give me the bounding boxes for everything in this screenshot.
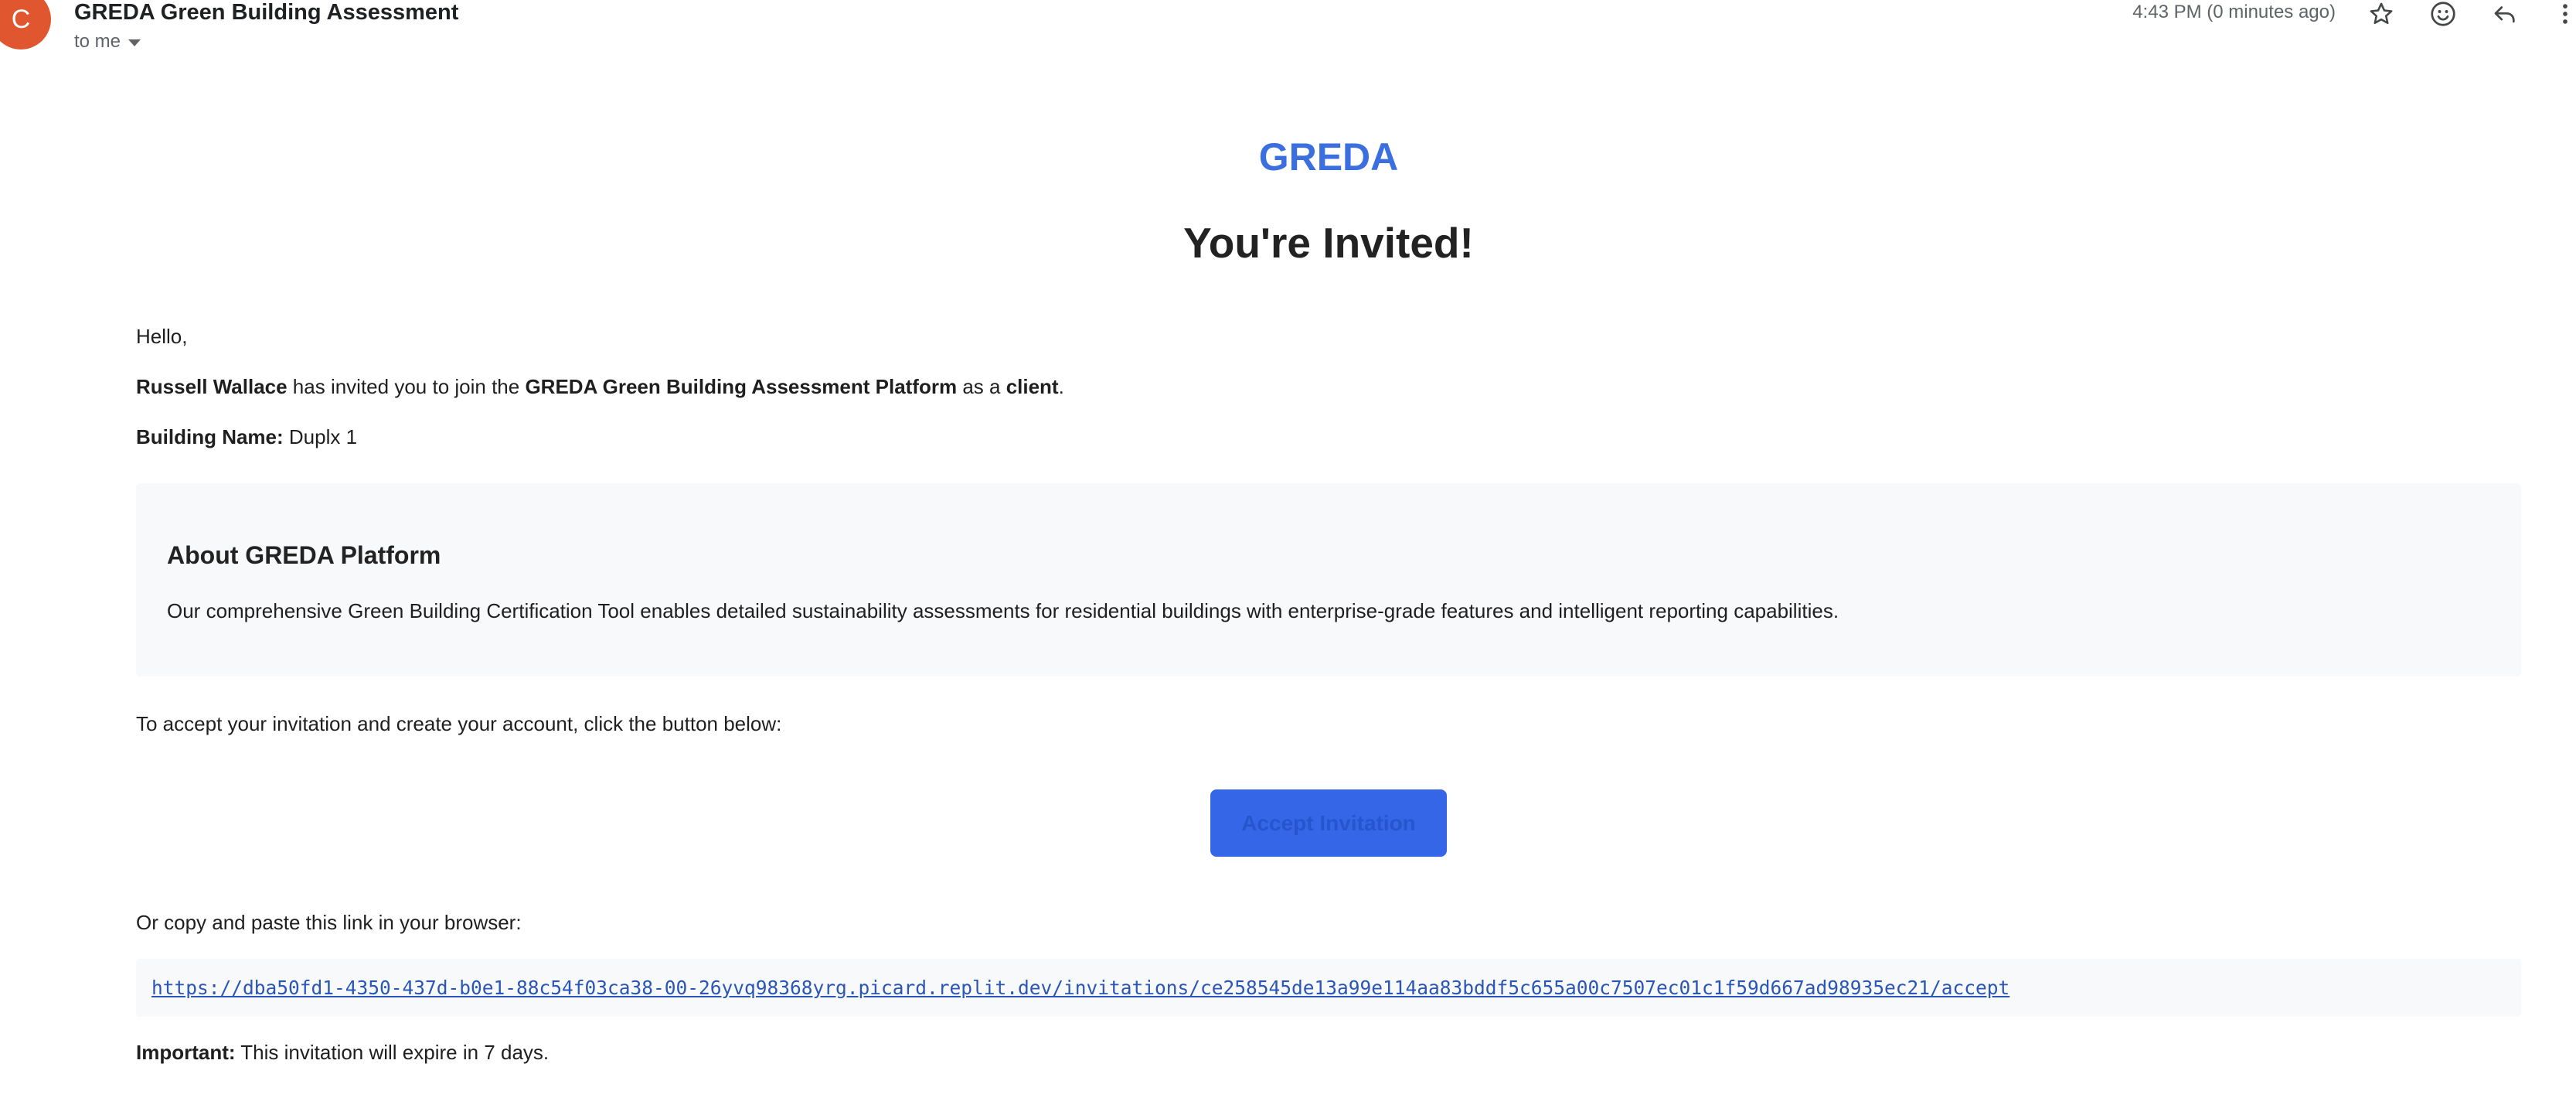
expiry-notice: Important: This invitation will expire i… xyxy=(136,1041,549,1065)
important-label: Important: xyxy=(136,1041,236,1064)
recipient-label: to me xyxy=(74,31,121,52)
invitation-link[interactable]: https://dba50fd1-4350-437d-b0e1-88c54f03… xyxy=(151,977,2009,999)
email-subject: GREDA Green Building Assessment xyxy=(74,0,459,25)
role-name: client xyxy=(1006,375,1059,398)
building-info: Building Name: Duplx 1 xyxy=(136,425,357,449)
avatar-initial: C xyxy=(11,4,31,34)
expiry-text: This invitation will expire in 7 days. xyxy=(235,1041,550,1064)
accept-invitation-button[interactable]: Accept Invitation xyxy=(1210,789,1447,857)
invite-text-2: as a xyxy=(957,375,1006,398)
invite-message: Russell Wallace has invited you to join … xyxy=(136,375,1064,399)
building-value: Duplx 1 xyxy=(283,425,358,448)
star-icon[interactable] xyxy=(2366,0,2397,29)
recipient-details-toggle[interactable]: to me xyxy=(74,31,141,53)
email-view: C GREDA Green Building Assessment to me … xyxy=(0,0,2576,1108)
invite-text-3: . xyxy=(1058,375,1064,398)
invite-text-1: has invited you to join the xyxy=(287,375,526,398)
about-panel: About GREDA Platform Our comprehensive G… xyxy=(136,483,2521,677)
email-timestamp: 4:43 PM (0 minutes ago) xyxy=(2132,2,2336,22)
about-description: Our comprehensive Green Building Certifi… xyxy=(167,599,1839,622)
more-vert-icon[interactable] xyxy=(2550,0,2576,29)
accept-prompt: To accept your invitation and create you… xyxy=(136,712,782,735)
platform-name: GREDA Green Building Assessment Platform xyxy=(525,375,958,398)
reply-icon[interactable] xyxy=(2489,0,2520,29)
copy-link-prompt: Or copy and paste this link in your brow… xyxy=(136,911,522,934)
building-label: Building Name: xyxy=(136,425,284,448)
chevron-down-icon xyxy=(128,39,141,46)
invitation-link-box: https://dba50fd1-4350-437d-b0e1-88c54f03… xyxy=(136,959,2521,1017)
emoji-icon[interactable] xyxy=(2428,0,2459,29)
invite-heading: You're Invited! xyxy=(1183,219,1474,267)
about-title: About GREDA Platform xyxy=(167,541,441,569)
accept-button-label: Accept Invitation xyxy=(1241,810,1416,835)
sender-avatar[interactable]: C xyxy=(0,0,51,49)
inviter-name: Russell Wallace xyxy=(136,375,288,398)
brand-title: GREDA xyxy=(1258,135,1399,179)
greeting-text: Hello, xyxy=(136,325,188,348)
